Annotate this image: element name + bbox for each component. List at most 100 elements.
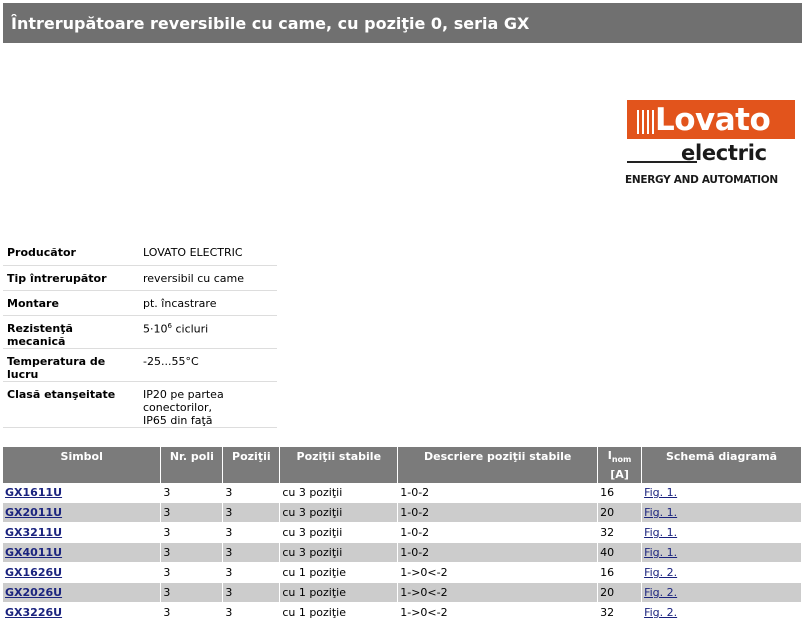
cell-description: 1-0-2 xyxy=(397,502,599,523)
table-body: GX1611U 3 3 cu 3 poziţii 1-0-2 16 Fig. 1. GX201… xyxy=(3,483,802,623)
cell-stable: cu 1 poziţie xyxy=(279,562,399,583)
spec-value: IP20 pe partea conectorilor, IP65 din faţ… xyxy=(137,381,277,428)
cell-diagram: Fig. 1. xyxy=(641,502,802,523)
cell-symbol: GX1611U xyxy=(3,483,162,503)
col-header-symbol: Simbol xyxy=(3,447,162,466)
spec-row: Rezistenţă mecanică 5·106 cicluri xyxy=(3,315,277,349)
spec-key: Clasă etanşeitate xyxy=(3,381,137,428)
page-title: Întrerupătoare reversibile cu came, cu p… xyxy=(11,13,530,33)
cell-inom: 20 xyxy=(597,582,643,603)
cell-symbol: GX3226U xyxy=(3,602,162,623)
spec-key: Producător xyxy=(3,240,137,266)
cell-stable: cu 1 poziţie xyxy=(279,602,399,623)
table-row: GX1611U 3 3 cu 3 poziţii 1-0-2 16 Fig. 1. xyxy=(3,483,802,503)
table-row: GX2026U 3 3 cu 1 poziţie 1->0<-2 20 Fig. 2. xyxy=(3,582,802,603)
symbol-link[interactable]: GX4011U xyxy=(5,546,62,559)
cell-description: 1->0<-2 xyxy=(397,562,599,583)
cell-poles: 3 xyxy=(160,542,224,563)
spec-table: Producător LOVATO ELECTRIC Tip întrerupă… xyxy=(3,240,277,428)
cell-description: 1-0-2 xyxy=(397,542,599,563)
cell-positions: 3 xyxy=(222,502,281,523)
spec-row: Producător LOVATO ELECTRIC xyxy=(3,240,277,266)
symbol-link[interactable]: GX3211U xyxy=(5,526,62,539)
table-subheader-row: [A] xyxy=(3,466,802,483)
cell-stable: cu 3 poziţii xyxy=(279,483,399,503)
cell-description: 1-0-2 xyxy=(397,522,599,543)
spec-key: Rezistenţă mecanică xyxy=(3,315,137,349)
cell-symbol: GX2011U xyxy=(3,502,162,523)
table-row: GX3211U 3 3 cu 3 poziţii 1-0-2 32 Fig. 1. xyxy=(3,522,802,543)
figure-link[interactable]: Fig. 1. xyxy=(644,526,677,539)
cell-symbol: GX4011U xyxy=(3,542,162,563)
inom-unit: [A] xyxy=(597,466,643,483)
cell-positions: 3 xyxy=(222,562,281,583)
col-header-description: Descriere poziţii stabile xyxy=(397,447,599,466)
cell-diagram: Fig. 1. xyxy=(641,542,802,563)
spec-value: reversibil cu came xyxy=(137,265,277,291)
inom-subscript: nom xyxy=(611,455,632,465)
logo-tagline: ENERGY AND AUTOMATION xyxy=(625,174,778,186)
col-header-inom: Inom xyxy=(597,447,643,466)
cell-poles: 3 xyxy=(160,502,224,523)
cell-diagram: Fig. 1. xyxy=(641,522,802,543)
cell-stable: cu 1 poziţie xyxy=(279,582,399,603)
table-header-row: Simbol Nr. poli Poziţii Poziţii stabile … xyxy=(3,447,802,466)
spec-row: Montare pt. încastrare xyxy=(3,290,277,316)
cell-diagram: Fig. 2. xyxy=(641,562,802,583)
spec-value: LOVATO ELECTRIC xyxy=(137,240,277,266)
spec-value-line: IP65 din faţă xyxy=(143,413,213,427)
cell-inom: 32 xyxy=(597,522,643,543)
symbol-link[interactable]: GX3226U xyxy=(5,606,62,619)
cell-symbol: GX1626U xyxy=(3,562,162,583)
spec-value-rest: cicluri xyxy=(171,322,209,336)
spec-key: Temperatura de lucru xyxy=(3,348,137,382)
title-bar: Întrerupătoare reversibile cu came, cu p… xyxy=(3,3,802,43)
cell-poles: 3 xyxy=(160,483,224,503)
figure-link[interactable]: Fig. 2. xyxy=(644,586,677,599)
figure-link[interactable]: Fig. 1. xyxy=(644,506,677,519)
cell-inom: 40 xyxy=(597,542,643,563)
table-row: GX1626U 3 3 cu 1 poziţie 1->0<-2 16 Fig. 2. xyxy=(3,562,802,583)
table-row: GX4011U 3 3 cu 3 poziţii 1-0-2 40 Fig. 1. xyxy=(3,542,802,563)
symbol-link[interactable]: GX1611U xyxy=(5,486,62,499)
product-table: Simbol Nr. poli Poziţii Poziţii stabile … xyxy=(3,447,802,623)
cell-inom: 20 xyxy=(597,502,643,523)
cell-description: 1->0<-2 xyxy=(397,602,599,623)
symbol-link[interactable]: GX2011U xyxy=(5,506,62,519)
spec-row: Temperatura de lucru -25...55°C xyxy=(3,348,277,382)
cell-positions: 3 xyxy=(222,483,281,503)
logo-sub: electric xyxy=(681,141,767,165)
spec-value: pt. încastrare xyxy=(137,290,277,316)
spec-key: Tip întrerupător xyxy=(3,265,137,291)
cell-inom: 16 xyxy=(597,483,643,503)
symbol-link[interactable]: GX1626U xyxy=(5,566,62,579)
spec-value-base: 5·10 xyxy=(143,322,168,336)
figure-link[interactable]: Fig. 2. xyxy=(644,566,677,579)
logo-bars-icon xyxy=(637,110,657,134)
symbol-link[interactable]: GX2026U xyxy=(5,586,62,599)
cell-description: 1->0<-2 xyxy=(397,582,599,603)
cell-diagram: Fig. 2. xyxy=(641,602,802,623)
cell-diagram: Fig. 2. xyxy=(641,582,802,603)
cell-positions: 3 xyxy=(222,582,281,603)
figure-link[interactable]: Fig. 1. xyxy=(644,486,677,499)
cell-poles: 3 xyxy=(160,602,224,623)
figure-link[interactable]: Fig. 2. xyxy=(644,606,677,619)
cell-inom: 16 xyxy=(597,562,643,583)
col-header-poles: Nr. poli xyxy=(160,447,224,466)
spec-value-line: IP20 pe partea conectorilor, xyxy=(143,387,224,414)
table-row: GX3226U 3 3 cu 1 poziţie 1->0<-2 32 Fig. 2. xyxy=(3,602,802,623)
cell-positions: 3 xyxy=(222,602,281,623)
cell-poles: 3 xyxy=(160,522,224,543)
col-header-diagram: Schemă diagramă xyxy=(641,447,802,466)
spec-value: -25...55°C xyxy=(137,348,277,382)
table-row: GX2011U 3 3 cu 3 poziţii 1-0-2 20 Fig. 1. xyxy=(3,502,802,523)
cell-stable: cu 3 poziţii xyxy=(279,522,399,543)
cell-stable: cu 3 poziţii xyxy=(279,542,399,563)
cell-description: 1-0-2 xyxy=(397,483,599,503)
figure-link[interactable]: Fig. 1. xyxy=(644,546,677,559)
cell-diagram: Fig. 1. xyxy=(641,483,802,503)
cell-symbol: GX3211U xyxy=(3,522,162,543)
col-header-positions: Poziţii xyxy=(222,447,281,466)
spec-key: Montare xyxy=(3,290,137,316)
